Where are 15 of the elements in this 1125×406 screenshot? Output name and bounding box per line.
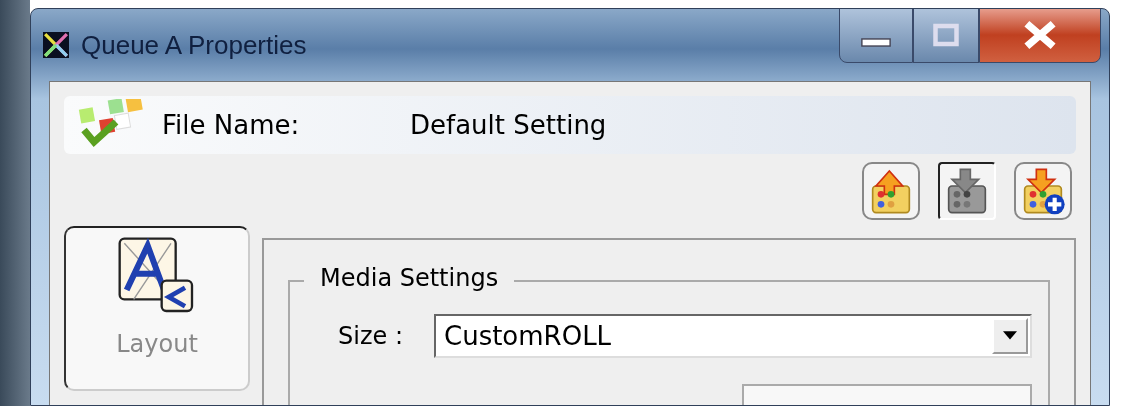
file-name-label: File Name: (162, 110, 301, 140)
toolbar-button[interactable] (1014, 162, 1072, 220)
add-folder-icon (1021, 166, 1065, 216)
size-label: Size : (338, 322, 404, 350)
window-title: Queue A Properties (81, 29, 307, 61)
minimize-icon (861, 37, 891, 47)
group-title: Media Settings (304, 264, 515, 292)
size-dropdown[interactable]: CustomROLL (434, 314, 1032, 358)
caret-icon (1003, 331, 1017, 341)
maximize-button[interactable] (913, 9, 979, 63)
file-name-value: Default Setting (410, 110, 607, 140)
download-icon (945, 166, 989, 216)
close-button[interactable] (979, 9, 1101, 63)
app-icon (43, 32, 69, 58)
minimize-button[interactable] (839, 9, 913, 63)
